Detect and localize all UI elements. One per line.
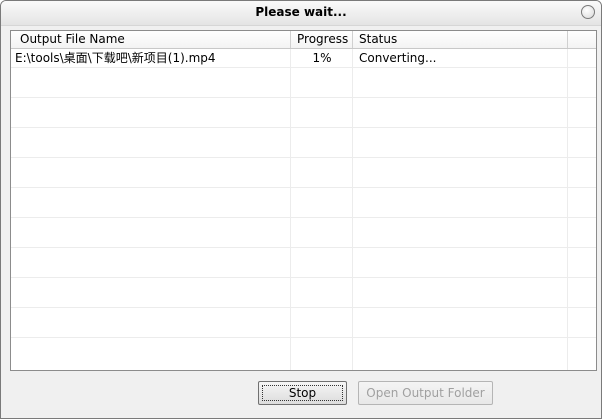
row-status: Converting... [359, 51, 437, 65]
list-header: Output File Name Progress Status [11, 31, 596, 49]
window-title: Please wait... [255, 5, 347, 19]
row-divider [11, 97, 596, 98]
progress-dialog: Please wait... Output File Name Progress… [0, 0, 602, 419]
close-icon[interactable] [581, 5, 595, 19]
stop-button[interactable]: Stop [258, 381, 347, 405]
row-divider [11, 67, 596, 68]
row-progress: 1% [312, 51, 332, 65]
row-divider [11, 337, 596, 338]
title-bar: Please wait... [1, 1, 601, 26]
open-output-folder-label: Open Output Folder [366, 386, 485, 400]
row-divider [11, 247, 596, 248]
column-header-output-file-name[interactable]: Output File Name [11, 31, 291, 48]
row-divider [11, 307, 596, 308]
row-divider [11, 277, 596, 278]
column-header-filler [568, 31, 596, 48]
focus-indicator [262, 385, 343, 401]
column-header-progress[interactable]: Progress [291, 31, 353, 48]
row-divider [11, 157, 596, 158]
row-divider [11, 127, 596, 128]
row-file-name: E:\tools\桌面\下载吧\新项目(1).mp4 [15, 51, 216, 65]
conversion-list[interactable]: Output File Name Progress Status E:\tool… [10, 30, 597, 371]
row-divider [11, 187, 596, 188]
open-output-folder-button[interactable]: Open Output Folder [358, 381, 493, 405]
list-body: E:\tools\桌面\下载吧\新项目(1).mp4 1% Converting… [11, 49, 596, 370]
column-header-status[interactable]: Status [353, 31, 568, 48]
row-divider [11, 217, 596, 218]
